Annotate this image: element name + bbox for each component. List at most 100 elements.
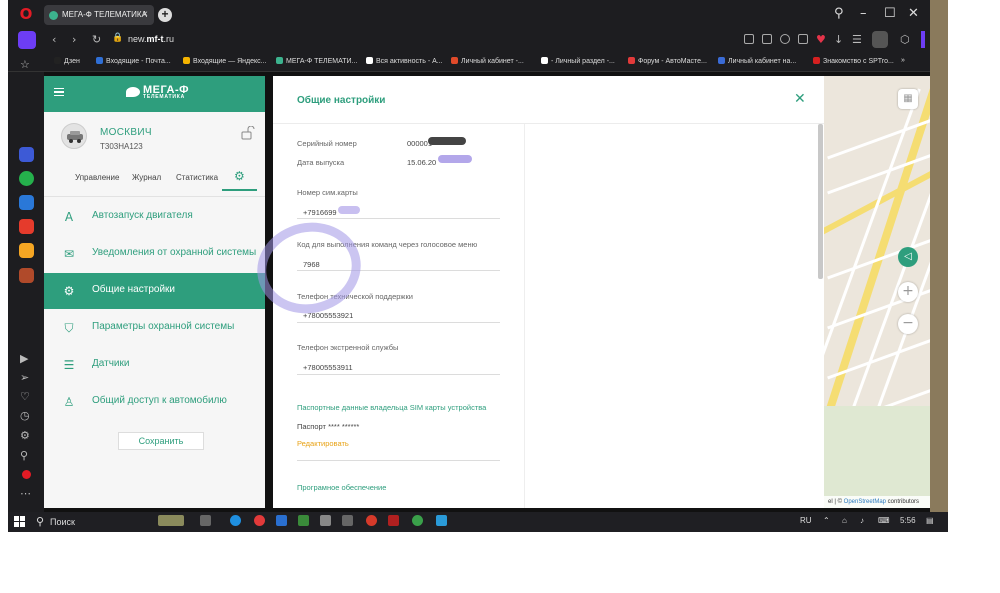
edge-icon[interactable]	[230, 515, 241, 526]
taskbar-search[interactable]: Поиск	[34, 514, 174, 530]
player-icon[interactable]	[798, 34, 808, 44]
whatsapp-icon[interactable]	[19, 171, 34, 186]
opera-taskbar-icon[interactable]	[388, 515, 399, 526]
back-icon[interactable]: ‹	[52, 33, 56, 46]
url-field[interactable]: new.mf-t.ru	[128, 34, 174, 44]
windows-start-icon[interactable]	[14, 516, 25, 527]
menu-item-notifications[interactable]: ✉ Уведомления от охранной системы	[44, 236, 265, 272]
app-grey-icon[interactable]	[342, 515, 353, 526]
forward-icon[interactable]: ›	[72, 33, 76, 46]
close-icon[interactable]: ✕	[794, 91, 806, 107]
camera-icon[interactable]	[762, 34, 772, 44]
sim-value[interactable]: +7916699	[303, 208, 337, 217]
bookmark-item[interactable]: - Личный раздел -...	[541, 57, 615, 65]
tray-volume-icon[interactable]: ♪	[860, 516, 864, 525]
menu-item-label: Автозапуск двигателя	[92, 210, 193, 221]
bookmark-item[interactable]: Личный кабинет -...	[451, 57, 524, 65]
edit-link[interactable]: Редактировать	[297, 439, 349, 448]
star-icon[interactable]: ☆	[20, 58, 30, 71]
tray-chevron-icon[interactable]: ⌃	[823, 516, 830, 525]
vpn-icon[interactable]	[780, 34, 790, 44]
app-blue-icon[interactable]	[436, 515, 447, 526]
bookmark-item[interactable]: Входящие — Яндекс...	[183, 57, 266, 65]
browser-tab[interactable]: МЕГА-Ф ТЕЛЕМАТИКА ×	[44, 5, 154, 25]
bookmark-item[interactable]: Знакомство с SPTro...	[813, 57, 894, 65]
tab-statistics[interactable]: Статистика	[176, 173, 218, 182]
tab-management[interactable]: Управление	[75, 173, 119, 182]
navigation-icon[interactable]: ◁	[898, 247, 918, 267]
aria-icon[interactable]	[19, 147, 34, 162]
easy-setup-icon[interactable]: ☰	[852, 33, 862, 46]
minimize-icon[interactable]: –	[860, 6, 867, 21]
tab-journal[interactable]: Журнал	[132, 173, 161, 182]
scrollbar[interactable]	[818, 124, 823, 279]
layers-icon[interactable]: ▦	[898, 89, 918, 109]
close-tab-icon[interactable]: ×	[142, 5, 148, 25]
save-button[interactable]: Сохранить	[118, 432, 204, 450]
send-icon[interactable]: ➢	[20, 371, 29, 384]
hamburger-icon[interactable]	[54, 88, 64, 96]
history-icon[interactable]: ◷	[20, 409, 30, 422]
osm-link[interactable]: OpenStreetMap	[844, 499, 886, 505]
bookmark-item[interactable]: Форум - АвтоМасте...	[628, 57, 707, 65]
emergency-value[interactable]: +78005553911	[303, 363, 353, 372]
bookmark-item[interactable]: Входящие - Почта...	[96, 57, 171, 65]
search-tabs-icon[interactable]: ⚲	[834, 6, 844, 21]
maximize-icon[interactable]: ☐	[884, 6, 896, 21]
opera-menu-icon[interactable]: O	[18, 6, 34, 22]
download-icon[interactable]: ↓	[834, 33, 843, 46]
menu-item-autostart[interactable]: A Автозапуск двигателя	[44, 199, 265, 235]
more-bookmarks-icon[interactable]: »	[901, 57, 905, 64]
app-icon[interactable]	[19, 268, 34, 283]
app-green-icon[interactable]	[298, 515, 309, 526]
panel-title: Общие настройки	[297, 95, 386, 106]
software-link[interactable]: Програмное обеспечение	[297, 483, 386, 492]
tab-settings-gear-icon[interactable]: ⚙	[234, 169, 245, 183]
field-underline	[297, 322, 500, 323]
redaction-scribble	[428, 137, 466, 145]
menu-item-security-params[interactable]: ⛉ Параметры охранной системы	[44, 310, 265, 346]
yandex-browser-icon[interactable]	[366, 515, 377, 526]
task-view-icon[interactable]	[200, 515, 211, 526]
player-sidebar-icon[interactable]: ▶	[20, 352, 28, 365]
close-window-icon[interactable]: ✕	[908, 6, 919, 21]
notifications-icon[interactable]: ▤	[926, 516, 934, 525]
bookmark-item[interactable]: Дзен	[54, 57, 80, 65]
heart-sidebar-icon[interactable]: ♡	[20, 390, 30, 403]
location-icon[interactable]: ⚲	[20, 449, 28, 462]
weather-widget-icon[interactable]	[158, 515, 184, 526]
settings-icon[interactable]: ⚙	[20, 429, 30, 442]
new-tab-button[interactable]: +	[158, 8, 172, 22]
unlock-icon[interactable]	[241, 125, 255, 140]
bookmark-item[interactable]: МЕГА-Ф ТЕЛЕМАТИ...	[276, 57, 357, 65]
app-green-round-icon[interactable]	[412, 515, 423, 526]
zoom-in-button[interactable]: +	[898, 282, 918, 302]
serial-label: Серийный номер	[297, 139, 357, 148]
yandex-icon[interactable]	[19, 219, 34, 234]
cube-icon[interactable]: ⬡	[900, 33, 910, 46]
heart-icon[interactable]: ♥	[816, 33, 826, 46]
bookmark-item[interactable]: Личный кабинет на...	[718, 57, 796, 65]
bookmark-item[interactable]: Вся активность - А...	[366, 57, 443, 65]
workspace-icon[interactable]	[18, 31, 36, 49]
bookmark-label: Личный кабинет -...	[461, 58, 524, 65]
mail-icon[interactable]	[19, 243, 34, 258]
more-icon[interactable]: ⋯	[20, 487, 31, 500]
menu-item-shared-access[interactable]: ♙ Общий доступ к автомобилю	[44, 384, 265, 420]
profile-icon[interactable]	[872, 31, 888, 48]
tray-network-icon[interactable]: ⌂	[842, 516, 847, 525]
mail-app-icon[interactable]	[276, 515, 287, 526]
menu-item-general-settings[interactable]: ⚙ Общие настройки	[44, 273, 265, 309]
passport-data-link[interactable]: Паспортные данные владельца SIM карты ус…	[297, 403, 486, 412]
snapshot-icon[interactable]	[744, 34, 754, 44]
vk-icon[interactable]	[19, 195, 34, 210]
language-indicator[interactable]: RU	[800, 516, 812, 525]
shield-app-icon[interactable]	[320, 515, 331, 526]
app-red-icon[interactable]	[254, 515, 265, 526]
reload-icon[interactable]: ↻	[92, 33, 101, 46]
menu-item-sensors[interactable]: ☰ Датчики	[44, 347, 265, 383]
zoom-out-button[interactable]: −	[898, 314, 918, 334]
tray-keyboard-icon[interactable]: ⌨	[878, 516, 890, 525]
clock[interactable]: 5:56	[900, 516, 916, 525]
notification-icon[interactable]	[22, 470, 31, 479]
